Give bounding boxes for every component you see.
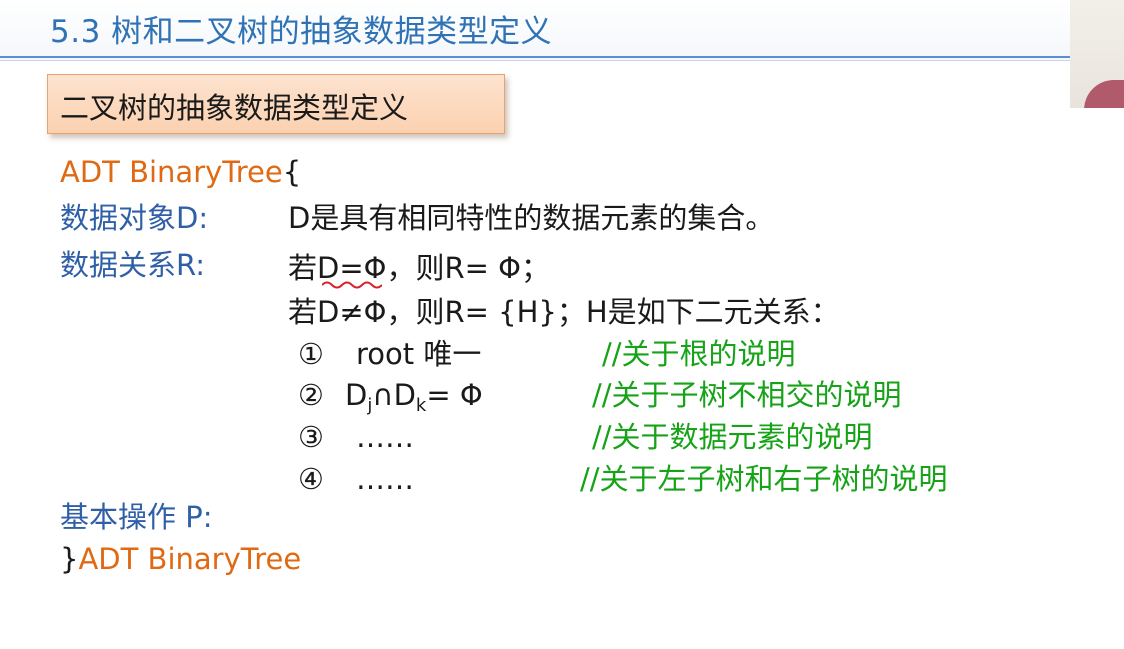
operations-label: 基本操作 P:: [60, 500, 213, 534]
slide-header: 5.3 树和二叉树的抽象数据类型定义: [0, 0, 1070, 61]
adt-open-line: ADT BinaryTree{: [60, 155, 301, 189]
relation-item-1-marker: ①: [298, 337, 324, 371]
relation-item-2-marker: ②: [298, 378, 324, 412]
section-heading: 二叉树的抽象数据类型定义: [60, 91, 409, 125]
relation-line-nonempty: 若D≠Φ，则R= {H}；H是如下二元关系：: [288, 295, 840, 329]
adt-open-keyword: ADT BinaryTree: [60, 155, 283, 189]
header-divider: [0, 56, 1070, 58]
adt-open-brace: {: [282, 155, 302, 189]
slide-title: 5.3 树和二叉树的抽象数据类型定义: [50, 14, 553, 50]
relation-item-3-text: ……: [356, 420, 414, 454]
adt-close-line: }ADT BinaryTree: [60, 542, 301, 576]
relation-item-2-comment: //关于子树不相交的说明: [592, 378, 902, 412]
relation-item-4-marker: ④: [298, 462, 324, 496]
formula-d1: D: [345, 378, 368, 412]
relation-item-4-text: ……: [356, 462, 414, 496]
relation-item-4-comment: //关于左子树和右子树的说明: [580, 462, 948, 496]
presenter-video: [1070, 0, 1124, 108]
spellcheck-squiggle: [322, 281, 382, 289]
data-object-label: 数据对象D:: [60, 201, 209, 235]
adt-close-brace: }: [60, 542, 79, 576]
formula-tail: = Φ: [426, 378, 483, 412]
relation-item-1-text: root 唯一: [356, 337, 482, 371]
relation-item-1-comment: //关于根的说明: [602, 337, 796, 371]
relation-item-3-marker: ③: [298, 420, 324, 454]
adt-close-keyword: ADT BinaryTree: [78, 542, 302, 576]
section-heading-box: 二叉树的抽象数据类型定义: [47, 74, 505, 134]
formula-sub-k: k: [415, 395, 427, 416]
header-divider-light: [0, 60, 1070, 61]
relation-item-2-formula: Dj∩Dk= Φ: [345, 378, 483, 415]
presenter-figure: [1084, 80, 1124, 108]
slide: 5.3 树和二叉树的抽象数据类型定义 二叉树的抽象数据类型定义 ADT Bina…: [0, 0, 1124, 649]
relation-item-3-comment: //关于数据元素的说明: [592, 420, 873, 454]
data-object-value: D是具有相同特性的数据元素的集合。: [288, 201, 775, 235]
data-relation-label: 数据关系R:: [60, 248, 206, 282]
formula-cap-d: ∩D: [372, 378, 416, 412]
